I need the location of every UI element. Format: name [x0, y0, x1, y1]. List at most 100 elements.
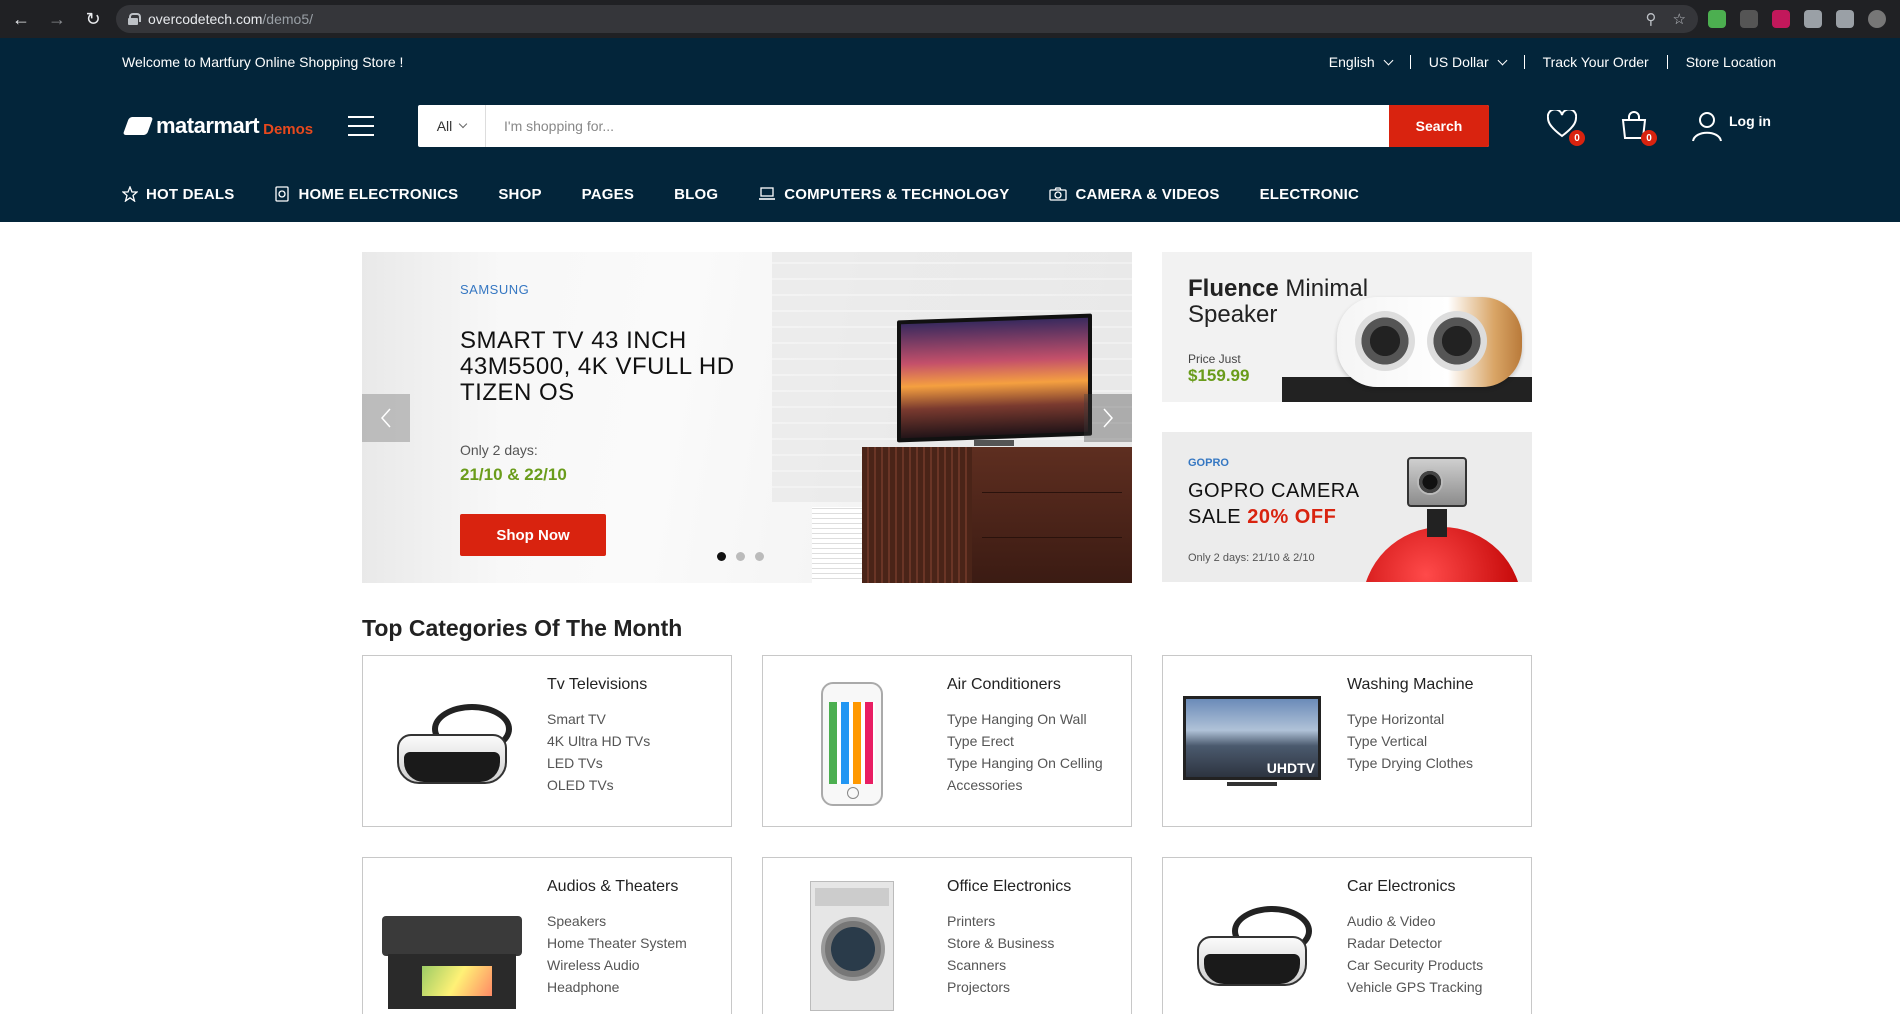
category-link[interactable]: Car Security Products — [1347, 954, 1483, 976]
category-link[interactable]: Printers — [947, 910, 1054, 932]
category-link[interactable]: Wireless Audio — [547, 954, 687, 976]
category-name[interactable]: Car Electronics — [1347, 878, 1455, 896]
category-card[interactable]: UHDTV Washing Machine Type Horizontal Ty… — [1162, 655, 1532, 827]
category-links: Type Horizontal Type Vertical Type Dryin… — [1347, 708, 1473, 774]
category-card[interactable]: Tv Televisions Smart TV 4K Ultra HD TVs … — [362, 655, 732, 827]
reading-list-icon[interactable] — [1836, 10, 1854, 28]
reload-icon[interactable]: ↻ — [80, 6, 106, 32]
category-link[interactable]: Audio & Video — [1347, 910, 1483, 932]
forward-icon[interactable]: → — [44, 6, 70, 32]
nav-label: ELECTRONIC — [1259, 185, 1360, 203]
category-name[interactable]: Washing Machine — [1347, 676, 1474, 694]
menu-icon[interactable] — [348, 116, 374, 136]
profile-avatar[interactable] — [1868, 10, 1886, 28]
category-link[interactable]: LED TVs — [547, 752, 650, 774]
slider-dot[interactable] — [755, 552, 764, 561]
nav-computers-technology[interactable]: COMPUTERS & TECHNOLOGY — [758, 186, 1009, 203]
search-button[interactable]: Search — [1389, 105, 1489, 147]
cart-button[interactable]: 0 — [1619, 110, 1657, 146]
nav-blog[interactable]: BLOG — [674, 186, 718, 203]
category-name[interactable]: Office Electronics — [947, 878, 1071, 896]
nav-label: HOT DEALS — [146, 185, 235, 203]
category-link[interactable]: Store & Business — [947, 932, 1054, 954]
category-link[interactable]: Radar Detector — [1347, 932, 1483, 954]
back-icon[interactable]: ← — [8, 6, 34, 32]
category-link[interactable]: Scanners — [947, 954, 1054, 976]
slider-dot[interactable] — [717, 552, 726, 561]
wishlist-button[interactable]: 0 — [1546, 108, 1585, 146]
category-link[interactable]: 4K Ultra HD TVs — [547, 730, 650, 752]
category-card[interactable]: Car Electronics Audio & Video Radar Dete… — [1162, 857, 1532, 1014]
bookmark-star-icon[interactable]: ☆ — [1673, 10, 1686, 28]
promo-gopro-title: GOPRO CAMERA SALE 20% OFF — [1188, 478, 1360, 530]
price-label: Price Just — [1188, 352, 1241, 366]
category-card[interactable]: Audios & Theaters Speakers Home Theater … — [362, 857, 732, 1014]
vr-headset-image — [377, 674, 527, 814]
nav-pages[interactable]: PAGES — [582, 186, 634, 203]
slider-prev-button[interactable] — [362, 394, 410, 442]
nav-electronic[interactable]: ELECTRONIC — [1260, 186, 1360, 203]
laptop-icon — [759, 187, 776, 200]
category-links: Audio & Video Radar Detector Car Securit… — [1347, 910, 1483, 998]
search-bar: All Search — [418, 105, 1489, 147]
slider-dot[interactable] — [736, 552, 745, 561]
smartphone-image — [777, 674, 927, 814]
category-link[interactable]: Accessories — [947, 774, 1103, 796]
shop-now-button[interactable]: Shop Now — [460, 514, 606, 556]
extension-icon[interactable] — [1708, 10, 1726, 28]
category-name[interactable]: Tv Televisions — [547, 676, 647, 694]
category-link[interactable]: Speakers — [547, 910, 687, 932]
nav-camera-videos[interactable]: CAMERA & VIDEOS — [1049, 186, 1219, 203]
currency-select[interactable]: US Dollar — [1411, 54, 1524, 70]
category-link[interactable]: Home Theater System — [547, 932, 687, 954]
extension-icon[interactable] — [1772, 10, 1790, 28]
address-bar[interactable]: overcodetech.com/demo5/ ⚲ ☆ — [116, 5, 1698, 33]
category-card[interactable]: Air Conditioners Type Hanging On Wall Ty… — [762, 655, 1132, 827]
site-logo[interactable]: matarmart Demos — [122, 113, 326, 139]
cabinet-image — [862, 447, 1132, 583]
category-card[interactable]: Office Electronics Printers Store & Busi… — [762, 857, 1132, 1014]
category-links: Speakers Home Theater System Wireless Au… — [547, 910, 687, 998]
slider-next-button[interactable] — [1084, 394, 1132, 442]
slider-dots — [717, 552, 764, 561]
category-name[interactable]: Audios & Theaters — [547, 878, 678, 896]
category-link[interactable]: Vehicle GPS Tracking — [1347, 976, 1483, 998]
cart-count-badge: 0 — [1641, 130, 1657, 146]
promo-speaker-banner[interactable]: Fluence Minimal Speaker Price Just $159.… — [1162, 252, 1532, 402]
track-order-link[interactable]: Track Your Order — [1525, 54, 1667, 70]
puzzle-icon[interactable] — [1804, 10, 1822, 28]
category-link[interactable]: Type Hanging On Celling — [947, 752, 1103, 774]
currency-label: US Dollar — [1428, 54, 1489, 70]
category-link[interactable]: Projectors — [947, 976, 1054, 998]
search-category-select[interactable]: All — [418, 105, 486, 147]
language-select[interactable]: English — [1311, 54, 1410, 70]
nav-home-electronics[interactable]: HOME ELECTRONICS — [274, 186, 458, 203]
category-link[interactable]: Type Erect — [947, 730, 1103, 752]
login-link[interactable]: Log in — [1691, 110, 1771, 142]
category-link[interactable]: Smart TV — [547, 708, 650, 730]
category-name[interactable]: Air Conditioners — [947, 676, 1061, 694]
category-link[interactable]: OLED TVs — [547, 774, 650, 796]
chevron-left-icon — [380, 408, 391, 428]
zoom-icon[interactable]: ⚲ — [1646, 10, 1657, 28]
nav-hot-deals[interactable]: HOT DEALS — [122, 186, 234, 203]
promo-gopro-discount: 20% OFF — [1247, 506, 1337, 528]
camera-mount-image — [1427, 509, 1447, 537]
store-location-link[interactable]: Store Location — [1668, 54, 1776, 70]
promo-gopro-banner[interactable]: GOPRO GOPRO CAMERA SALE 20% OFF Only 2 d… — [1162, 432, 1532, 582]
category-link[interactable]: Type Drying Clothes — [1347, 752, 1473, 774]
extension-icon[interactable] — [1740, 10, 1758, 28]
camera-icon — [1049, 187, 1068, 201]
category-link[interactable]: Headphone — [547, 976, 687, 998]
user-icon — [1692, 112, 1722, 142]
promo-speaker-title-bold: Fluence — [1188, 275, 1279, 302]
nav-shop[interactable]: SHOP — [498, 186, 541, 203]
search-input[interactable] — [486, 105, 1389, 147]
promo-gopro-title-line2: SALE — [1188, 506, 1248, 528]
language-label: English — [1328, 54, 1375, 70]
main-nav: HOT DEALS HOME ELECTRONICS SHOP PAGES BL… — [0, 166, 1900, 222]
chevron-right-icon — [1103, 408, 1114, 428]
category-link[interactable]: Type Vertical — [1347, 730, 1473, 752]
category-link[interactable]: Type Horizontal — [1347, 708, 1473, 730]
category-link[interactable]: Type Hanging On Wall — [947, 708, 1103, 730]
